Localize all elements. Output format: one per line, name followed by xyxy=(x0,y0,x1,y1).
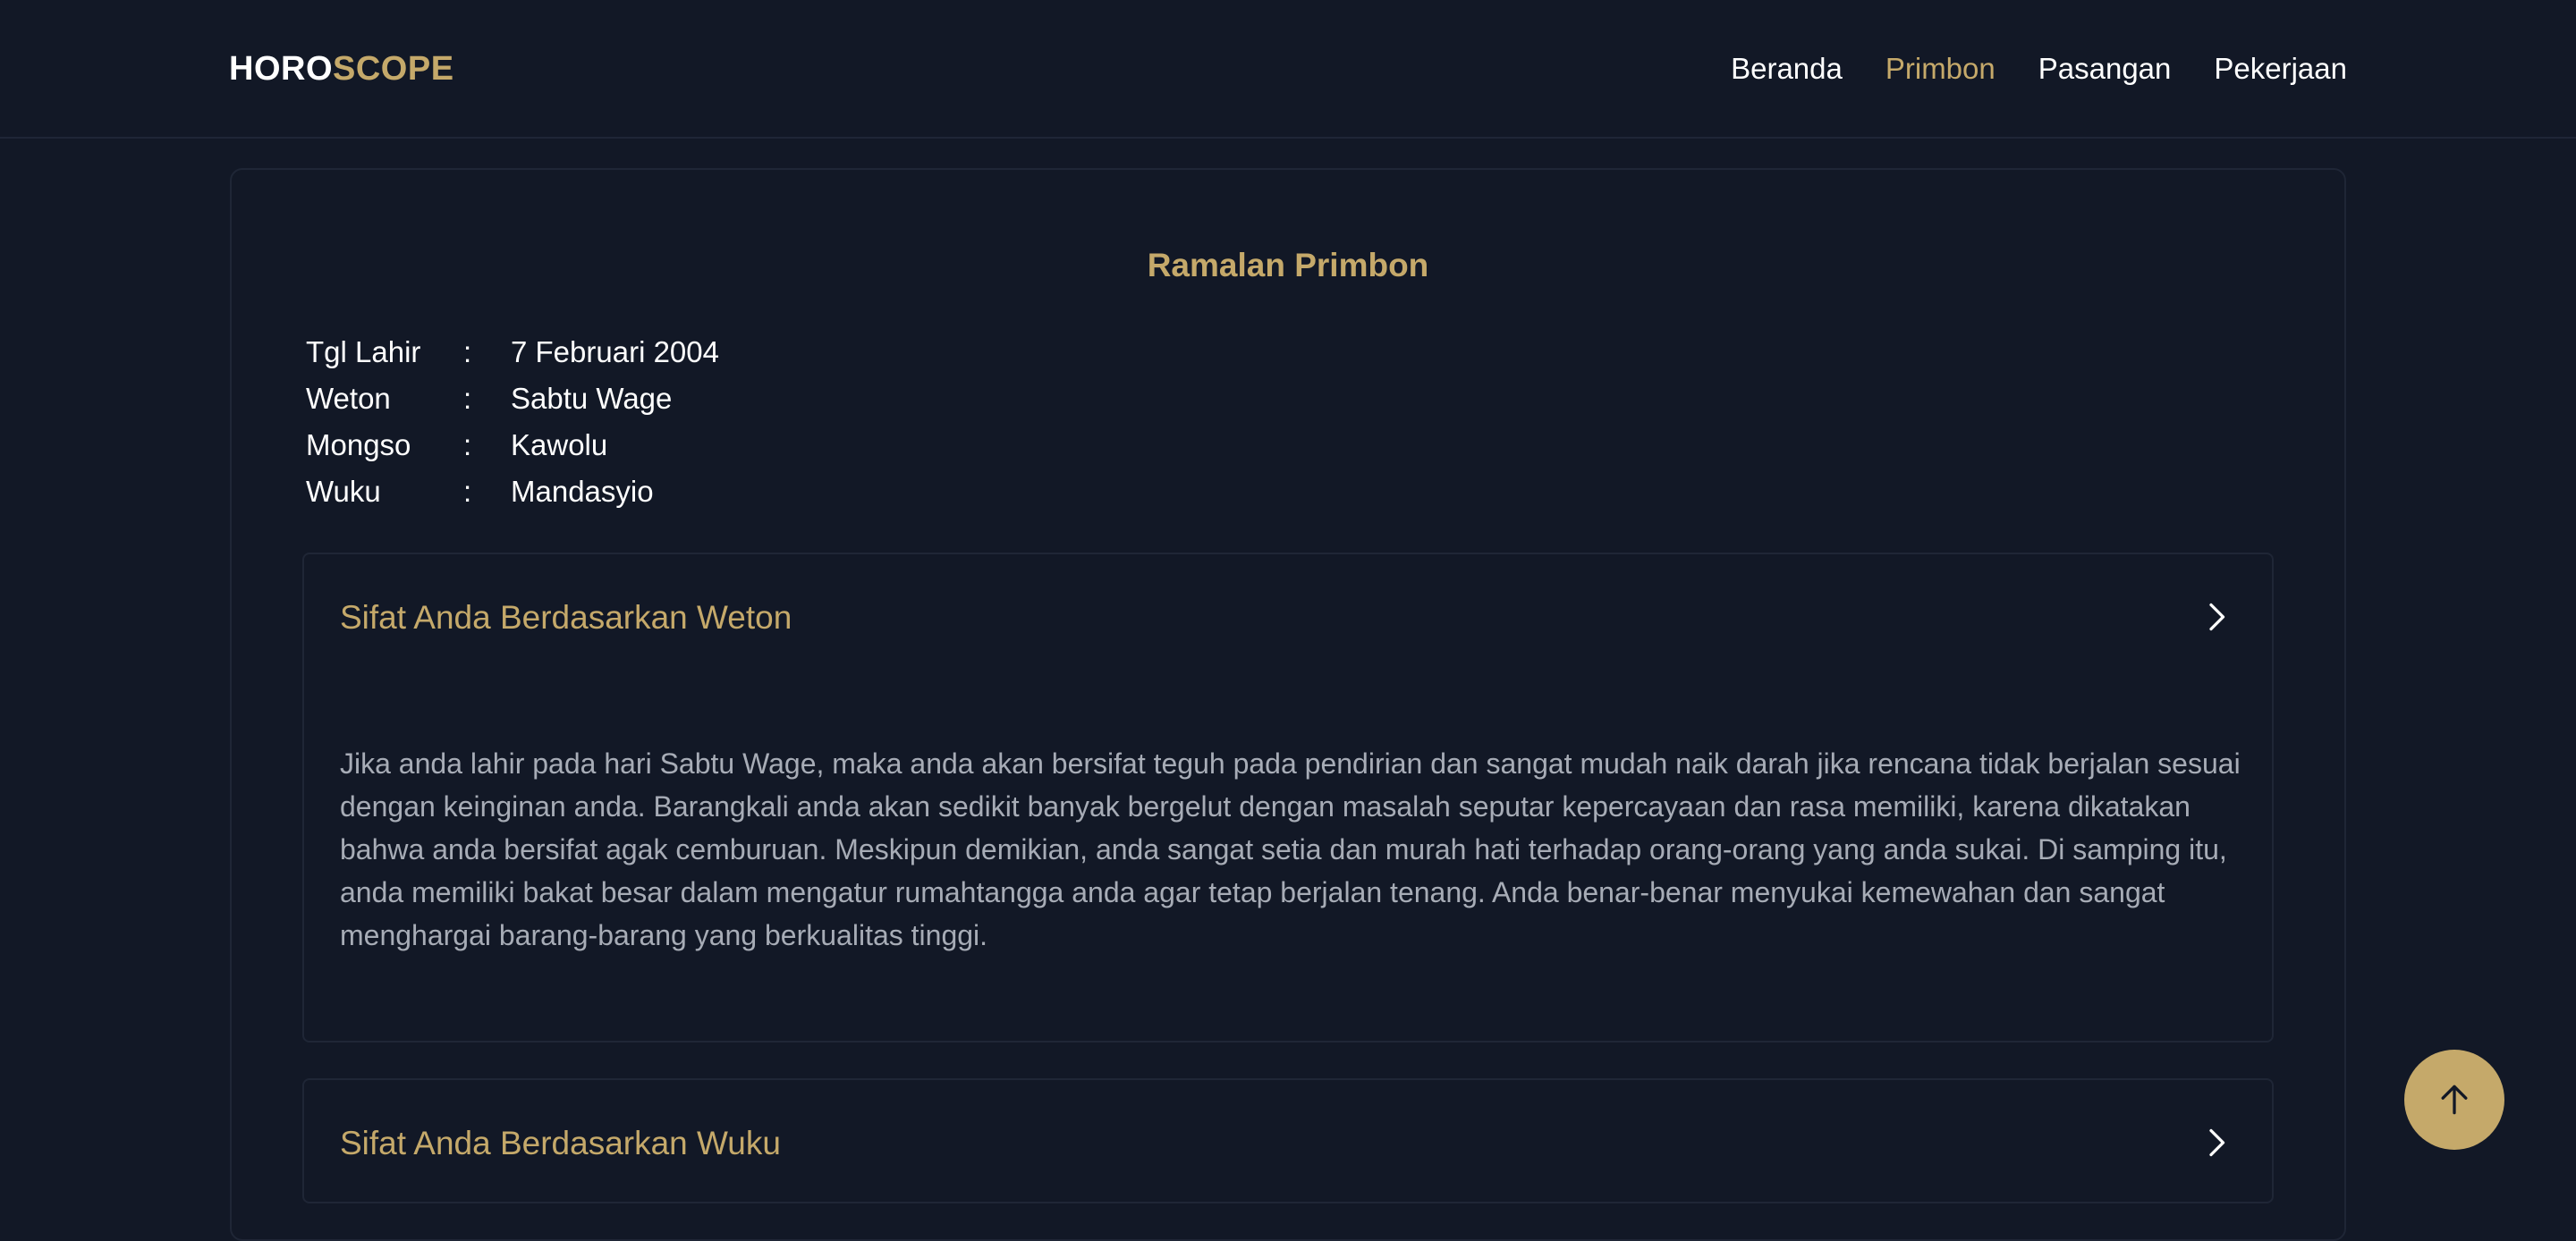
chevron-right-icon[interactable] xyxy=(2200,601,2233,633)
info-sep: : xyxy=(463,475,472,508)
nav-pasangan[interactable]: Pasangan xyxy=(2038,48,2172,89)
birth-info: Tgl Lahir : 7 Februari 2004 Weton : Sabt… xyxy=(306,329,719,515)
accordion-weton-body: Jika anda lahir pada hari Sabtu Wage, ma… xyxy=(340,747,2241,951)
main-nav: Beranda Primbon Pasangan Pekerjaan xyxy=(1731,48,2347,89)
nav-primbon[interactable]: Primbon xyxy=(1885,48,1996,89)
accordion-weton-header[interactable]: Sifat Anda Berdasarkan Weton xyxy=(340,595,792,640)
info-key: Weton xyxy=(306,382,391,415)
info-sep: : xyxy=(463,335,472,368)
accordion-wuku-header[interactable]: Sifat Anda Berdasarkan Wuku xyxy=(340,1121,781,1166)
scroll-to-top-button[interactable] xyxy=(2404,1050,2504,1150)
accordion-wuku: Sifat Anda Berdasarkan Wuku xyxy=(302,1078,2274,1203)
chevron-right-icon[interactable] xyxy=(2200,1127,2233,1159)
arrow-up-icon xyxy=(2441,1085,2468,1115)
nav-pekerjaan[interactable]: Pekerjaan xyxy=(2214,48,2347,89)
info-row-wuku: Wuku : Mandasyio xyxy=(306,469,719,515)
info-key: Mongso xyxy=(306,428,411,461)
info-value: 7 Februari 2004 xyxy=(511,335,719,368)
info-value: Kawolu xyxy=(511,428,608,461)
logo[interactable]: HOROSCOPE xyxy=(229,48,454,89)
info-key: Wuku xyxy=(306,475,381,508)
page-title: Ramalan Primbon xyxy=(1147,247,1429,283)
info-value: Mandasyio xyxy=(511,475,654,508)
logo-part2: SCOPE xyxy=(333,50,454,88)
info-key: Tgl Lahir xyxy=(306,335,421,368)
info-row-tgl-lahir: Tgl Lahir : 7 Februari 2004 xyxy=(306,329,719,376)
nav-beranda[interactable]: Beranda xyxy=(1731,48,1843,89)
logo-part1: HORO xyxy=(229,50,333,88)
info-row-weton: Weton : Sabtu Wage xyxy=(306,376,719,422)
navbar: HOROSCOPE Beranda Primbon Pasangan Peker… xyxy=(0,0,2576,139)
info-sep: : xyxy=(463,428,472,461)
info-row-mongso: Mongso : Kawolu xyxy=(306,422,719,469)
info-value: Sabtu Wage xyxy=(511,382,673,415)
accordion-weton: Sifat Anda Berdasarkan Weton Jika anda l… xyxy=(302,553,2274,1043)
info-sep: : xyxy=(463,382,472,415)
